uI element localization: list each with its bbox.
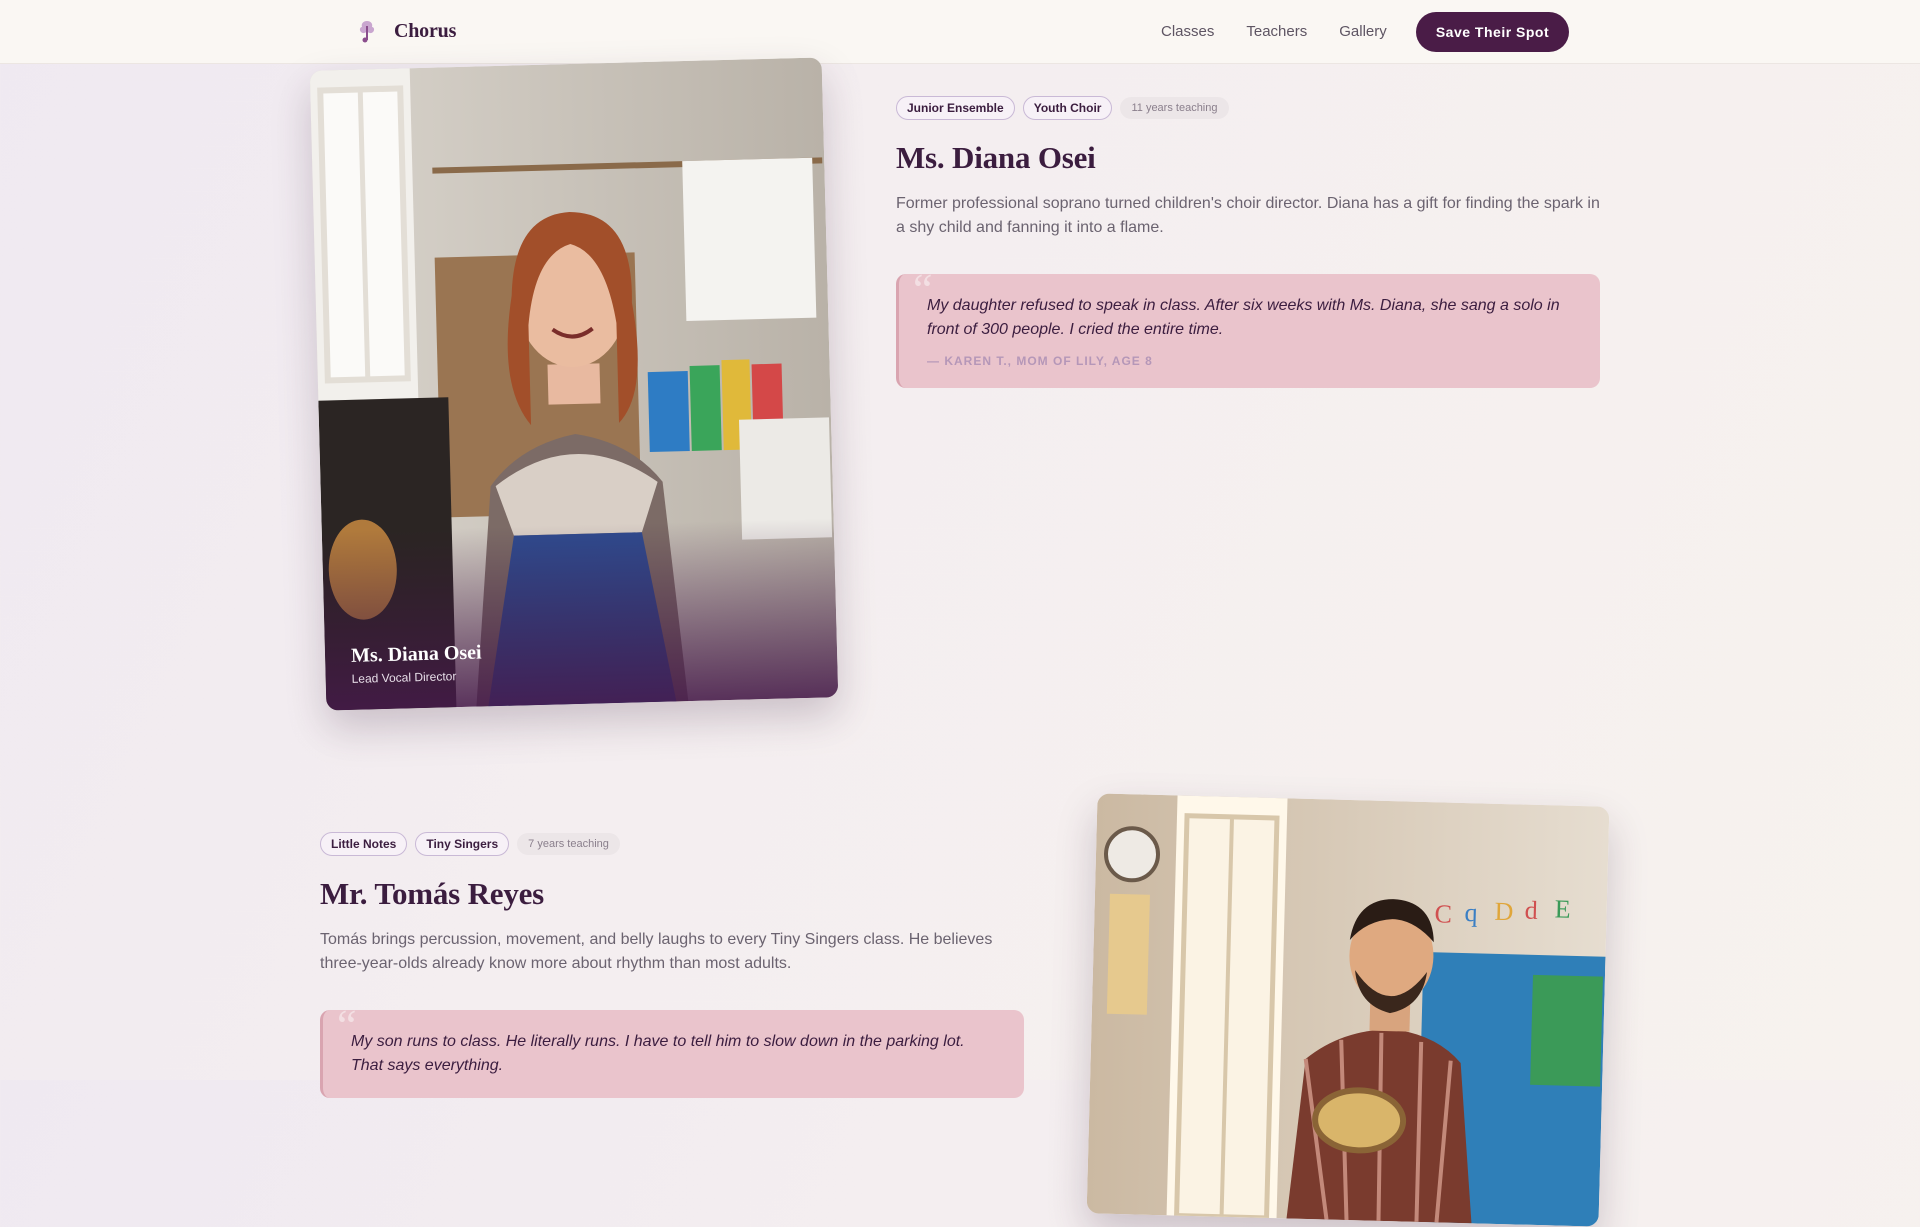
teacher-bio: Tomás brings percussion, movement, and b… bbox=[320, 931, 993, 972]
teacher-profile-tomas: Little Notes Tiny Singers 7 years teachi… bbox=[320, 832, 1024, 1098]
quote-mark-icon: “ bbox=[337, 1001, 357, 1050]
teacher-photo-diana: Ms. Diana Osei Lead Vocal Director bbox=[309, 57, 839, 711]
tag-little-notes[interactable]: Little Notes bbox=[320, 832, 408, 856]
svg-text:E: E bbox=[1554, 894, 1571, 923]
svg-text:D: D bbox=[1494, 897, 1514, 926]
teacher-name: Ms. Diana Osei bbox=[896, 140, 1096, 175]
years-teaching-badge: 11 years teaching bbox=[1120, 97, 1229, 119]
top-nav: Chorus Classes Teachers Gallery Save The… bbox=[0, 0, 1920, 64]
svg-text:q: q bbox=[1464, 898, 1478, 927]
testimonial-quote: “ My son runs to class. He literally run… bbox=[320, 1004, 1024, 1098]
quote-mark-icon: “ bbox=[913, 265, 933, 314]
teacher-photo-tomas: C q D d E bbox=[1086, 793, 1610, 1227]
quote-text: My daughter refused to speak in class. A… bbox=[927, 297, 1560, 338]
tag-junior-ensemble[interactable]: Junior Ensemble bbox=[896, 96, 1015, 120]
brand[interactable]: Chorus bbox=[356, 18, 456, 44]
photo-caption: Ms. Diana Osei Lead Vocal Director bbox=[351, 642, 483, 686]
years-teaching-badge: 7 years teaching bbox=[517, 833, 620, 855]
nav-links: Classes Teachers Gallery bbox=[1161, 23, 1419, 40]
diana-portrait-illustration bbox=[309, 57, 839, 711]
teacher-name: Mr. Tomás Reyes bbox=[320, 876, 545, 911]
nav-link-classes[interactable]: Classes bbox=[1161, 23, 1214, 40]
teacher-bio: Former professional soprano turned child… bbox=[896, 195, 1600, 236]
class-tags: Little Notes Tiny Singers 7 years teachi… bbox=[320, 832, 1024, 856]
tomas-portrait-illustration: C q D d E bbox=[1086, 793, 1610, 1227]
class-tags: Junior Ensemble Youth Choir 11 years tea… bbox=[896, 96, 1600, 120]
brand-name: Chorus bbox=[394, 19, 457, 42]
testimonial-quote: “ My daughter refused to speak in class.… bbox=[896, 268, 1600, 388]
quote-text: My son runs to class. He literally runs.… bbox=[351, 1033, 965, 1074]
nav-link-gallery[interactable]: Gallery bbox=[1339, 23, 1387, 40]
tag-youth-choir[interactable]: Youth Choir bbox=[1022, 96, 1113, 120]
caption-name: Ms. Diana Osei bbox=[350, 641, 482, 667]
music-note-logo-icon bbox=[359, 21, 375, 43]
svg-text:C: C bbox=[1434, 899, 1452, 928]
tag-tiny-singers[interactable]: Tiny Singers bbox=[415, 832, 510, 856]
svg-text:d: d bbox=[1524, 896, 1538, 925]
nav-link-teachers[interactable]: Teachers bbox=[1246, 23, 1307, 40]
quote-attribution: — KAREN T., MOM OF LILY, AGE 8 bbox=[927, 354, 1153, 368]
save-their-spot-button[interactable]: Save Their Spot bbox=[1416, 12, 1569, 52]
teacher-profile-diana: Junior Ensemble Youth Choir 11 years tea… bbox=[896, 96, 1600, 388]
